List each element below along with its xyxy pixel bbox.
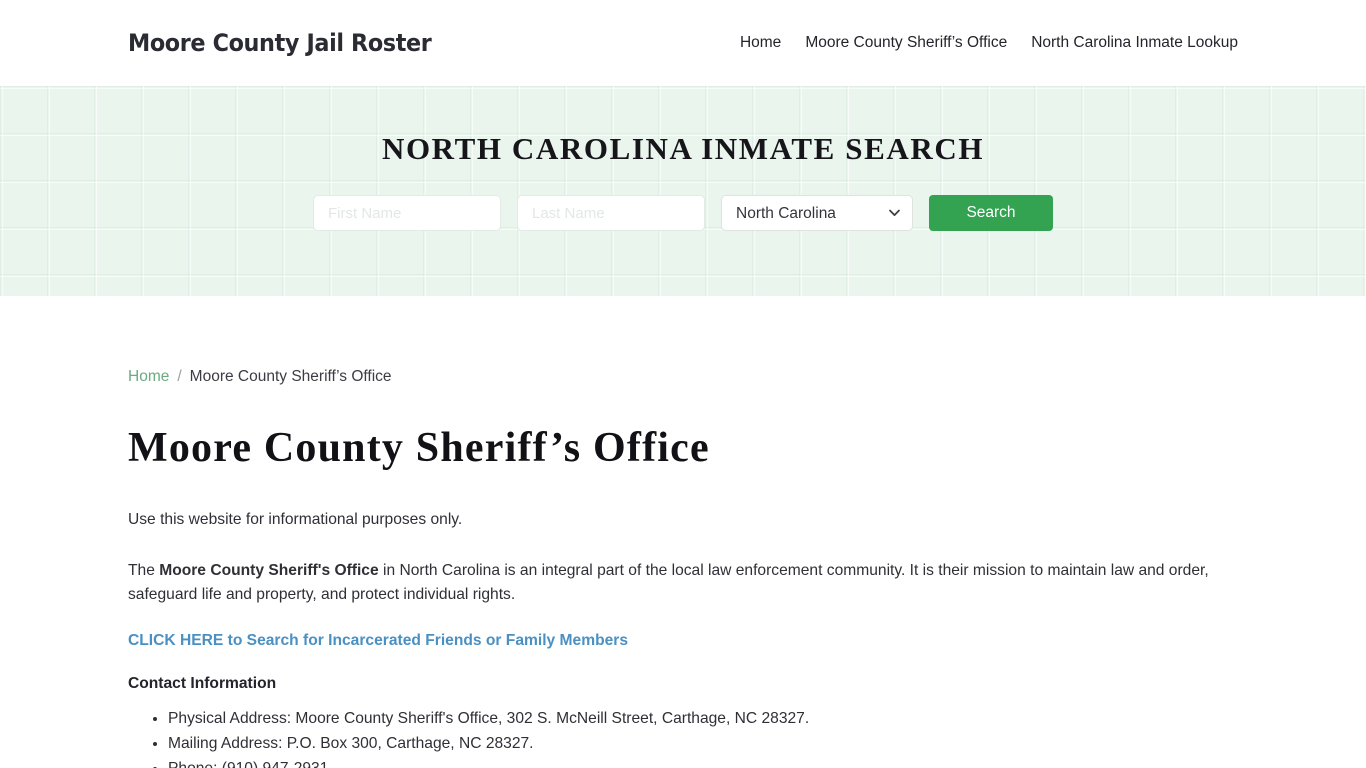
page-title: Moore County Sheriff’s Office — [128, 425, 710, 471]
main-content: Home / Moore County Sheriff’s Office Moo… — [0, 296, 1366, 768]
contact-information-list: Physical Address: Moore County Sheriff's… — [128, 707, 1238, 768]
last-name-input[interactable] — [517, 195, 705, 231]
breadcrumb-current-page: Moore County Sheriff’s Office — [189, 368, 392, 385]
intro-text-bold: Moore County Sheriff's Office — [159, 561, 379, 579]
main-navigation: Home Moore County Sheriff’s Office North… — [740, 34, 1238, 52]
nav-item-north-carolina-inmate-lookup[interactable]: North Carolina Inmate Lookup — [1031, 34, 1238, 52]
intro-paragraph: The Moore County Sheriff's Office in Nor… — [128, 559, 1218, 608]
nav-item-moore-county-sheriffs-office[interactable]: Moore County Sheriff’s Office — [805, 34, 1007, 52]
breadcrumb-separator: / — [177, 368, 182, 385]
search-button[interactable]: Search — [929, 195, 1053, 231]
contact-information-heading: Contact Information — [128, 674, 277, 692]
disclaimer-text: Use this website for informational purpo… — [128, 511, 463, 528]
state-select-wrapper: North Carolina — [721, 195, 913, 231]
list-item: Mailing Address: P.O. Box 300, Carthage,… — [168, 732, 1238, 756]
inmate-search-form: North Carolina Search — [313, 195, 1053, 231]
nav-item-home[interactable]: Home — [740, 34, 781, 52]
inmate-search-cta-link[interactable]: CLICK HERE to Search for Incarcerated Fr… — [128, 632, 628, 650]
site-header: Moore County Jail Roster Home Moore Coun… — [0, 0, 1366, 86]
list-item: Physical Address: Moore County Sheriff's… — [168, 707, 1238, 731]
site-logo[interactable]: Moore County Jail Roster — [128, 29, 432, 57]
hero-title: NORTH CAROLINA INMATE SEARCH — [381, 131, 985, 166]
breadcrumb-link-home[interactable]: Home — [128, 368, 169, 386]
state-select[interactable]: North Carolina — [721, 195, 913, 231]
hero-search-banner: NORTH CAROLINA INMATE SEARCH North Carol… — [0, 86, 1366, 296]
first-name-input[interactable] — [313, 195, 501, 231]
breadcrumb: Home / Moore County Sheriff’s Office — [128, 296, 1238, 386]
intro-text-before: The — [128, 561, 160, 579]
list-item: Phone: (910) 947-2931. — [168, 757, 1238, 768]
